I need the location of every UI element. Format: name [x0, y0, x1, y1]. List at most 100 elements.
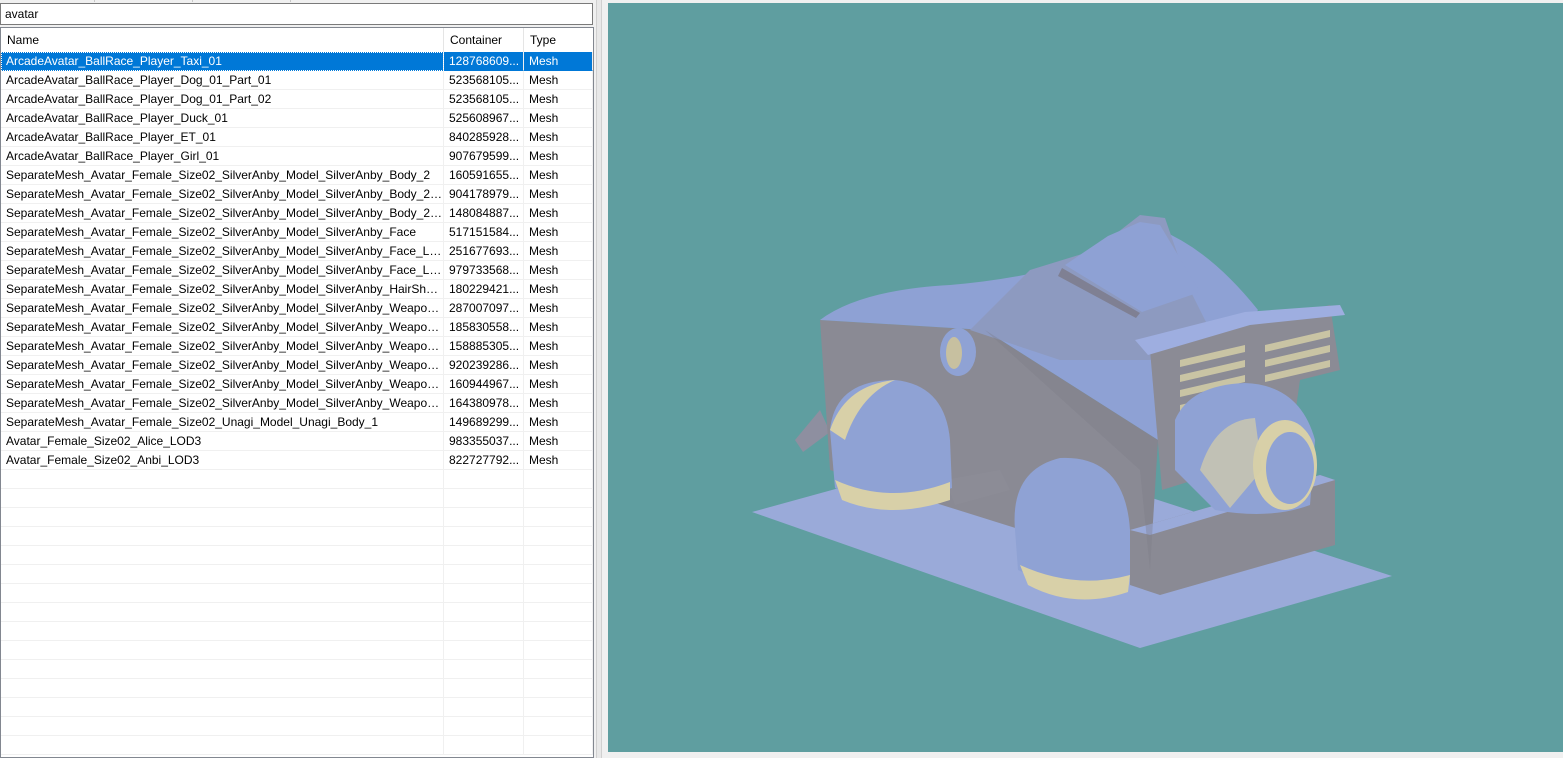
empty-grid-cell	[524, 622, 593, 641]
asset-row[interactable]: Avatar_Female_Size02_Alice_LOD3 983355037…	[1, 432, 593, 451]
empty-grid-row	[1, 584, 593, 603]
asset-name-cell: SeparateMesh_Avatar_Female_Size02_Silver…	[1, 166, 444, 185]
column-header-type[interactable]: Type	[524, 28, 593, 52]
empty-grid-cell	[444, 660, 524, 679]
asset-container-cell: 907679599...	[444, 147, 524, 166]
asset-container-cell: 840285928...	[444, 128, 524, 147]
column-header-container[interactable]: Container	[444, 28, 524, 52]
asset-type-cell: Mesh	[524, 90, 593, 109]
asset-row[interactable]: SeparateMesh_Avatar_Female_Size02_Unagi_…	[1, 413, 593, 432]
empty-grid-cell	[1, 660, 444, 679]
asset-container-cell: 920239286...	[444, 356, 524, 375]
panel-splitter[interactable]	[596, 0, 602, 758]
asset-container-cell: 517151584...	[444, 223, 524, 242]
asset-container-cell: 822727792...	[444, 451, 524, 470]
asset-type-cell: Mesh	[524, 71, 593, 90]
tab-divider	[290, 0, 291, 2]
empty-grid-cell	[524, 641, 593, 660]
asset-type-cell: Mesh	[524, 109, 593, 128]
empty-grid-row	[1, 565, 593, 584]
empty-grid-row	[1, 660, 593, 679]
asset-type-cell: Mesh	[524, 451, 593, 470]
empty-grid-cell	[1, 546, 444, 565]
taxi-mesh-render	[752, 215, 1392, 648]
asset-row[interactable]: SeparateMesh_Avatar_Female_Size02_Silver…	[1, 261, 593, 280]
asset-row[interactable]: SeparateMesh_Avatar_Female_Size02_Silver…	[1, 318, 593, 337]
asset-row[interactable]: ArcadeAvatar_BallRace_Player_Duck_01 5256…	[1, 109, 593, 128]
empty-grid-cell	[1, 736, 444, 755]
asset-name-cell: SeparateMesh_Avatar_Female_Size02_Silver…	[1, 337, 444, 356]
empty-grid-cell	[1, 489, 444, 508]
empty-grid-cell	[1, 641, 444, 660]
asset-name-cell: SeparateMesh_Avatar_Female_Size02_Silver…	[1, 375, 444, 394]
asset-name-cell: Avatar_Female_Size02_Anbi_LOD3	[1, 451, 444, 470]
asset-type-cell: Mesh	[524, 223, 593, 242]
asset-name-cell: SeparateMesh_Avatar_Female_Size02_Unagi_…	[1, 413, 444, 432]
asset-type-cell: Mesh	[524, 356, 593, 375]
empty-grid-cell	[444, 527, 524, 546]
asset-row[interactable]: SeparateMesh_Avatar_Female_Size02_Silver…	[1, 280, 593, 299]
empty-grid-cell	[1, 717, 444, 736]
empty-grid-cell	[444, 470, 524, 489]
asset-row[interactable]: SeparateMesh_Avatar_Female_Size02_Silver…	[1, 356, 593, 375]
asset-row[interactable]: ArcadeAvatar_BallRace_Player_Taxi_01 1287…	[1, 52, 593, 71]
empty-grid-cell	[524, 679, 593, 698]
asset-row[interactable]: ArcadeAvatar_BallRace_Player_Dog_01_Part…	[1, 71, 593, 90]
asset-name-cell: SeparateMesh_Avatar_Female_Size02_Silver…	[1, 318, 444, 337]
asset-row[interactable]: ArcadeAvatar_BallRace_Player_Girl_01 9076…	[1, 147, 593, 166]
asset-name-cell: ArcadeAvatar_BallRace_Player_Girl_01	[1, 147, 444, 166]
asset-name-cell: SeparateMesh_Avatar_Female_Size02_Silver…	[1, 299, 444, 318]
asset-type-cell: Mesh	[524, 432, 593, 451]
search-input[interactable]	[0, 3, 593, 25]
empty-grid-cell	[524, 603, 593, 622]
asset-container-cell: 251677693...	[444, 242, 524, 261]
empty-grid-cell	[444, 584, 524, 603]
asset-list[interactable]: Name Container Type ArcadeAvatar_BallRac…	[0, 27, 594, 758]
empty-grid-row	[1, 603, 593, 622]
asset-type-cell: Mesh	[524, 280, 593, 299]
asset-row[interactable]: SeparateMesh_Avatar_Female_Size02_Silver…	[1, 223, 593, 242]
asset-row[interactable]: SeparateMesh_Avatar_Female_Size02_Silver…	[1, 204, 593, 223]
empty-grid-row	[1, 717, 593, 736]
empty-grid-cell	[1, 470, 444, 489]
asset-container-cell: 904178979...	[444, 185, 524, 204]
empty-grid-cell	[524, 527, 593, 546]
asset-container-cell: 128768609...	[444, 52, 524, 71]
empty-grid-cell	[444, 565, 524, 584]
empty-grid-cell	[1, 698, 444, 717]
asset-type-cell: Mesh	[524, 261, 593, 280]
asset-name-cell: SeparateMesh_Avatar_Female_Size02_Silver…	[1, 261, 444, 280]
asset-name-cell: SeparateMesh_Avatar_Female_Size02_Silver…	[1, 185, 444, 204]
asset-type-cell: Mesh	[524, 394, 593, 413]
asset-container-cell: 149689299...	[444, 413, 524, 432]
empty-grid-row	[1, 622, 593, 641]
empty-grid-row	[1, 698, 593, 717]
empty-grid-row	[1, 489, 593, 508]
asset-row[interactable]: SeparateMesh_Avatar_Female_Size02_Silver…	[1, 166, 593, 185]
asset-type-cell: Mesh	[524, 318, 593, 337]
asset-row[interactable]: SeparateMesh_Avatar_Female_Size02_Silver…	[1, 394, 593, 413]
asset-row[interactable]: SeparateMesh_Avatar_Female_Size02_Silver…	[1, 299, 593, 318]
column-header-name[interactable]: Name	[1, 28, 444, 52]
asset-row[interactable]: Avatar_Female_Size02_Anbi_LOD3 822727792.…	[1, 451, 593, 470]
tab-divider	[94, 0, 95, 2]
empty-grid-cell	[1, 508, 444, 527]
asset-row[interactable]: SeparateMesh_Avatar_Female_Size02_Silver…	[1, 375, 593, 394]
empty-grid-row	[1, 508, 593, 527]
mesh-preview-viewport[interactable]	[608, 3, 1563, 752]
asset-name-cell: SeparateMesh_Avatar_Female_Size02_Silver…	[1, 356, 444, 375]
asset-container-cell: 180229421...	[444, 280, 524, 299]
asset-row[interactable]: ArcadeAvatar_BallRace_Player_ET_01 840285…	[1, 128, 593, 147]
asset-type-cell: Mesh	[524, 166, 593, 185]
empty-grid-cell	[444, 489, 524, 508]
asset-container-cell: 523568105...	[444, 71, 524, 90]
empty-grid-cell	[1, 679, 444, 698]
empty-grid-cell	[1, 565, 444, 584]
asset-row[interactable]: SeparateMesh_Avatar_Female_Size02_Silver…	[1, 337, 593, 356]
asset-row[interactable]: SeparateMesh_Avatar_Female_Size02_Silver…	[1, 185, 593, 204]
mesh-rear-wheel	[830, 380, 952, 499]
empty-grid-cell	[524, 546, 593, 565]
asset-row[interactable]: SeparateMesh_Avatar_Female_Size02_Silver…	[1, 242, 593, 261]
asset-row[interactable]: ArcadeAvatar_BallRace_Player_Dog_01_Part…	[1, 90, 593, 109]
asset-type-cell: Mesh	[524, 128, 593, 147]
